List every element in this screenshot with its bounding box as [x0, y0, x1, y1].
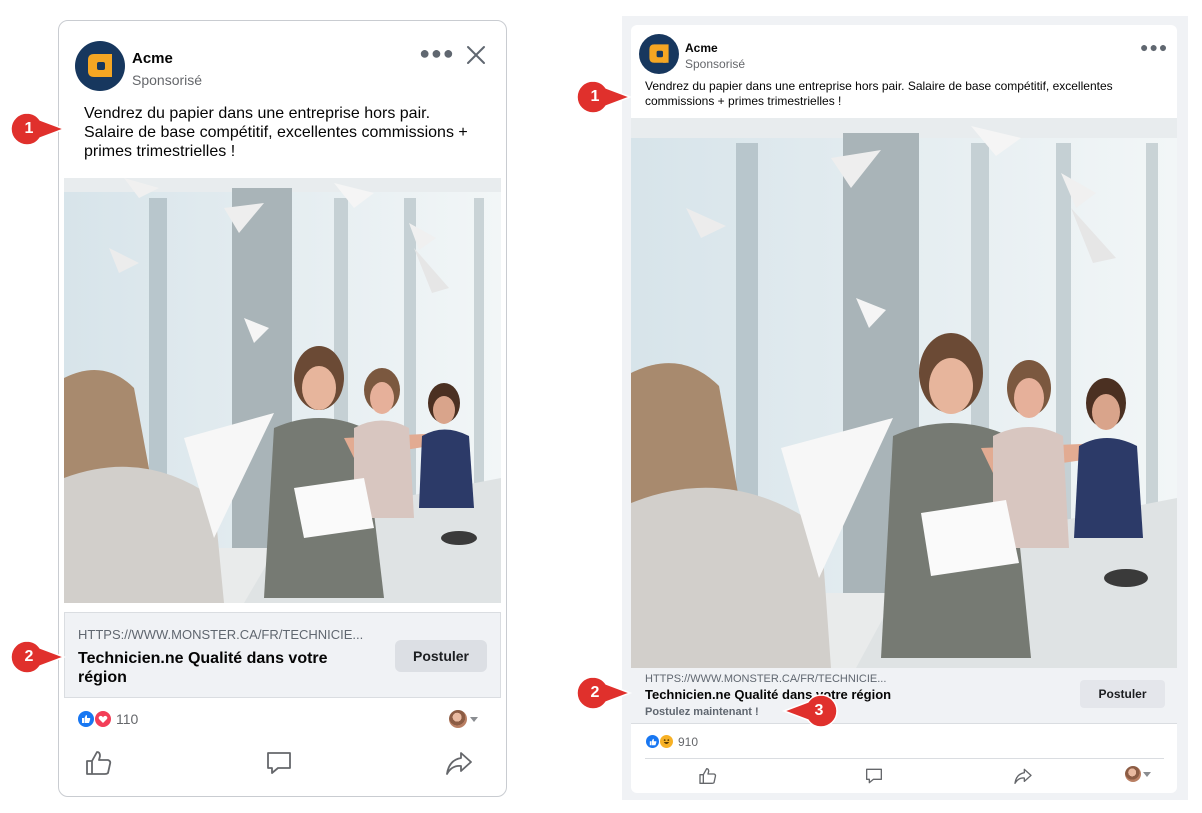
like-reaction-icon: [645, 734, 660, 749]
ad-body-text: Vendrez du papier dans une entreprise ho…: [645, 79, 1113, 108]
office-team-photo[interactable]: [631, 118, 1177, 668]
link-url[interactable]: HTTPS://WWW.MONSTER.CA/FR/TECHNICIE...: [78, 627, 363, 642]
share-icon[interactable]: [1013, 766, 1033, 786]
viewer-selector[interactable]: [449, 710, 478, 728]
viewer-avatar: [449, 710, 467, 728]
sponsored-label: Sponsorisé: [132, 72, 203, 88]
comment-icon[interactable]: [864, 766, 884, 786]
action-bar: [84, 748, 484, 778]
comment-icon[interactable]: [264, 748, 294, 778]
callout-badge-1: 1: [576, 80, 633, 114]
reaction-summary[interactable]: 110: [77, 710, 138, 728]
mobile-ad-card: Acme Sponsorisé ●●● Vendrez du papier da…: [58, 20, 507, 797]
office-team-photo[interactable]: [64, 178, 501, 603]
callout-badge-3: 3: [781, 694, 838, 728]
callout-number: 3: [814, 702, 824, 719]
callout-number: 1: [590, 88, 600, 105]
callout-number: 2: [590, 684, 600, 701]
viewer-selector[interactable]: [1125, 766, 1151, 782]
callout-badge-2: 2: [10, 640, 67, 674]
haha-reaction-icon: [659, 734, 674, 749]
link-title[interactable]: Technicien.ne Qualité dans votre région: [645, 687, 891, 702]
share-icon[interactable]: [444, 748, 474, 778]
link-url[interactable]: HTTPS://WWW.MONSTER.CA/FR/TECHNICIE...: [645, 673, 886, 685]
link-preview[interactable]: HTTPS://WWW.MONSTER.CA/FR/TECHNICIE... T…: [64, 612, 501, 698]
callout-number: 1: [24, 120, 34, 137]
reaction-count: 110: [116, 711, 139, 727]
reaction-summary[interactable]: 910: [645, 734, 698, 749]
like-icon[interactable]: [84, 748, 114, 778]
apply-button[interactable]: Postuler: [395, 640, 487, 672]
caret-down-icon: [470, 716, 478, 722]
advertiser-name[interactable]: Acme: [132, 50, 173, 67]
ellipsis-icon[interactable]: ●●●: [419, 41, 454, 65]
ellipsis-icon[interactable]: ●●●: [1140, 39, 1168, 55]
sponsored-label: Sponsorisé: [685, 57, 746, 71]
close-icon[interactable]: [464, 43, 488, 67]
divider: [645, 758, 1164, 759]
apply-button[interactable]: Postuler: [1080, 680, 1165, 708]
acme-logo[interactable]: [75, 41, 125, 91]
like-icon[interactable]: [698, 766, 718, 786]
viewer-avatar: [1125, 766, 1141, 782]
action-bar: [631, 766, 1177, 788]
advertiser-name[interactable]: Acme: [685, 41, 718, 55]
callout-badge-1: 1: [10, 112, 67, 146]
comparison-canvas: Acme Sponsorisé ●●● Vendrez du papier da…: [0, 0, 1202, 813]
link-description[interactable]: Postulez maintenant !: [645, 706, 759, 718]
acme-logo[interactable]: [639, 34, 679, 74]
callout-badge-2: 2: [576, 676, 633, 710]
link-preview[interactable]: HTTPS://WWW.MONSTER.CA/FR/TECHNICIE... T…: [631, 668, 1177, 724]
like-reaction-icon: [77, 710, 95, 728]
love-reaction-icon: [94, 710, 112, 728]
caret-down-icon: [1143, 771, 1151, 777]
reaction-count: 910: [678, 734, 699, 749]
desktop-ad-card: Acme Sponsorisé ●●● Vendrez du papier da…: [631, 25, 1177, 793]
callout-number: 2: [24, 648, 34, 665]
ad-body-text: Vendrez du papier dans une entreprise ho…: [84, 105, 468, 160]
link-title[interactable]: Technicien.ne Qualité dans votre région: [78, 649, 328, 687]
